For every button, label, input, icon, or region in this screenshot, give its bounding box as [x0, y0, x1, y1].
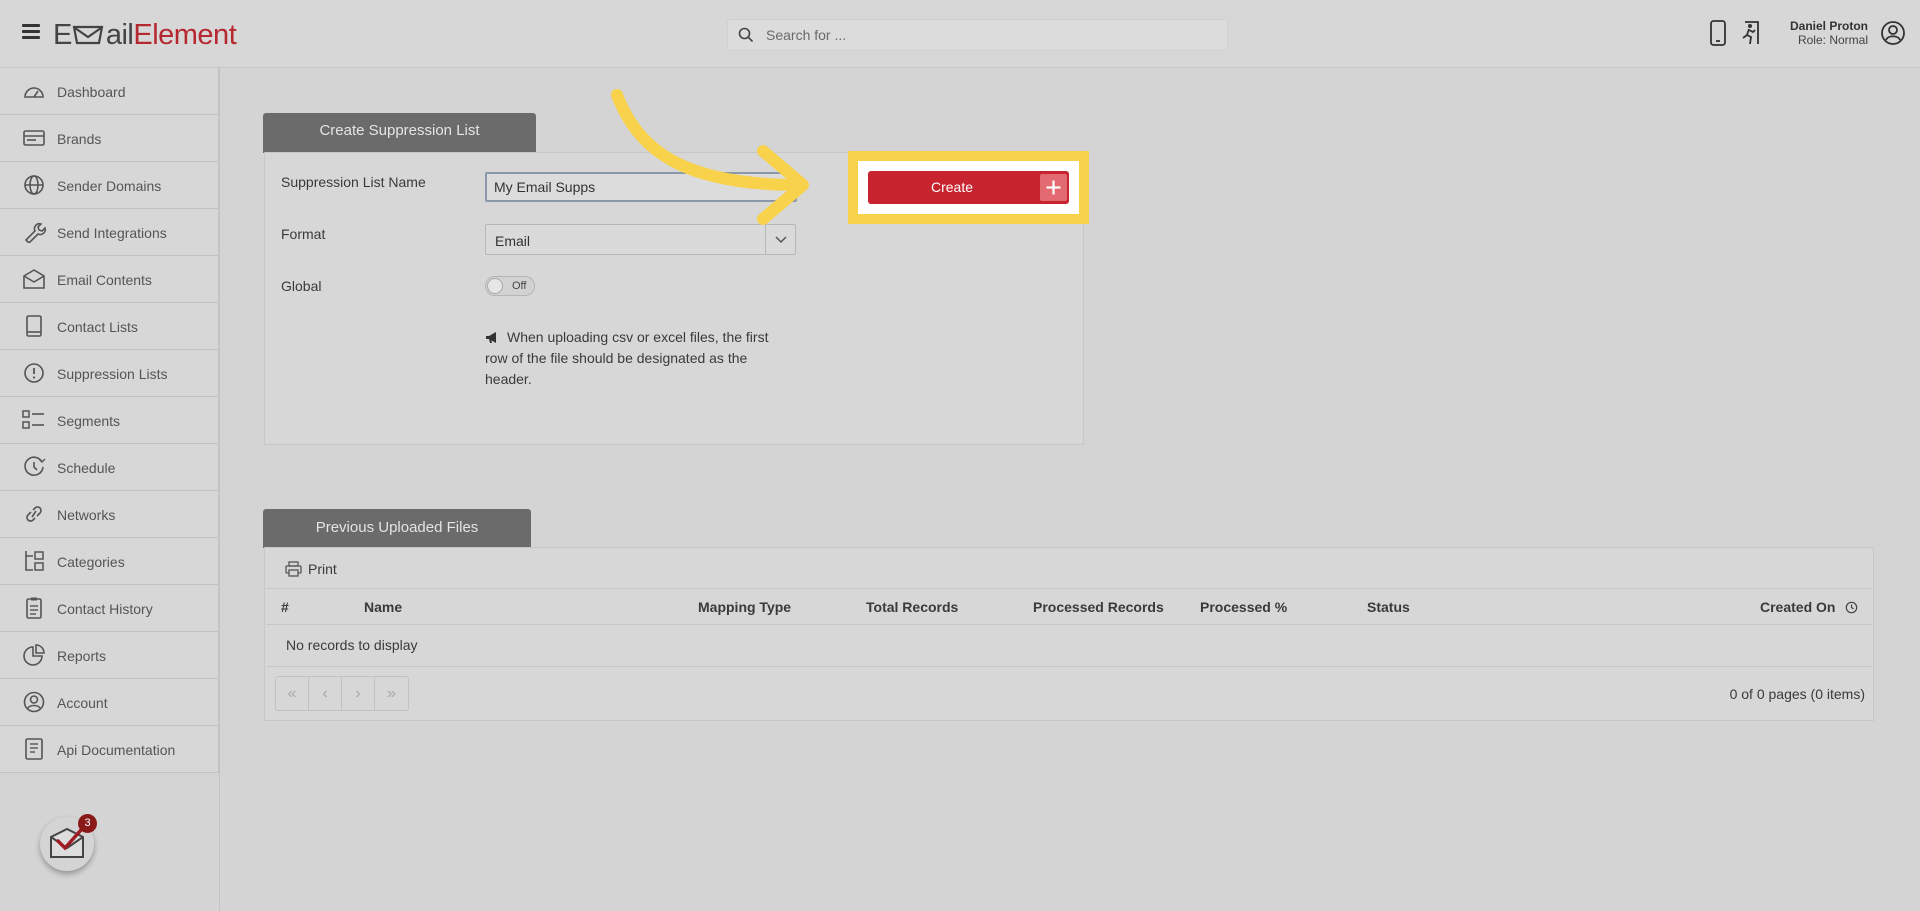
format-select-value: Email	[495, 233, 531, 249]
column-header-name[interactable]: Name	[364, 599, 402, 615]
pager-next-button[interactable]: ›	[342, 677, 375, 710]
book-icon	[26, 315, 42, 337]
notification-badge: 3	[78, 814, 97, 833]
create-button[interactable]: Create	[868, 171, 1069, 204]
sidebar-item-schedule[interactable]: Schedule	[0, 444, 219, 491]
user-name: Daniel Proton	[1789, 19, 1868, 33]
dashboard-icon	[24, 87, 44, 98]
top-bar: EailElement Daniel Proton Role: Normal	[0, 0, 1920, 68]
sidebar-item-dashboard[interactable]: Dashboard	[0, 68, 219, 115]
hamburger-menu-icon[interactable]	[22, 24, 40, 39]
sidebar-item-api-documentation[interactable]: Api Documentation	[0, 726, 219, 773]
global-toggle[interactable]: Off	[485, 276, 535, 296]
search-input[interactable]	[766, 20, 1216, 50]
sidebar: Dashboard Brands Sender Domains Send Int…	[0, 68, 220, 911]
clock-icon	[24, 456, 46, 476]
link-icon	[26, 506, 42, 522]
suppression-list-name-label: Suppression List Name	[281, 174, 426, 190]
pager-prev-button[interactable]: ‹	[309, 677, 342, 710]
plus-icon	[1040, 174, 1067, 201]
user-role: Role: Normal	[1797, 33, 1868, 47]
column-header-mapping-type[interactable]: Mapping Type	[698, 599, 791, 615]
user-info[interactable]: Daniel Proton Role: Normal	[1790, 19, 1868, 47]
clipboard-icon	[26, 597, 42, 619]
envelope-icon	[23, 269, 45, 289]
search-icon	[738, 27, 754, 43]
global-label: Global	[281, 278, 322, 294]
sidebar-item-email-contents[interactable]: Email Contents	[0, 256, 219, 303]
tab-create-suppression-list[interactable]: Create Suppression List	[263, 113, 536, 153]
logo-envelope-icon	[72, 25, 104, 45]
page-info: 0 of 0 pages (0 items)	[1729, 686, 1865, 702]
categories-icon	[25, 551, 44, 571]
brands-icon	[23, 130, 45, 146]
toggle-state-label: Off	[512, 280, 527, 292]
tab-previous-uploaded-files[interactable]: Previous Uploaded Files	[263, 509, 531, 548]
notification-button[interactable]: 3	[40, 814, 97, 871]
column-header-index[interactable]: #	[281, 599, 289, 615]
column-header-created-on[interactable]: Created On	[1760, 599, 1858, 615]
sidebar-item-segments[interactable]: Segments	[0, 397, 219, 444]
create-button-label: Create	[930, 179, 974, 195]
sidebar-item-send-integrations[interactable]: Send Integrations	[0, 209, 219, 256]
print-button[interactable]: Print	[285, 561, 337, 577]
clock-sort-icon	[1846, 601, 1858, 614]
print-label: Print	[308, 561, 337, 577]
exit-logout-icon[interactable]	[1738, 19, 1764, 47]
toggle-knob	[487, 278, 503, 294]
format-label: Format	[281, 226, 326, 242]
megaphone-icon	[486, 332, 496, 343]
sidebar-item-account[interactable]: Account	[0, 679, 219, 726]
mobile-phone-icon[interactable]	[1708, 19, 1728, 47]
upload-note-text: When uploading csv or excel files, the f…	[485, 329, 769, 387]
pie-chart-icon	[23, 644, 45, 666]
sidebar-item-brands[interactable]: Brands	[0, 115, 219, 162]
document-icon	[25, 738, 43, 760]
yellow-arrow-annotation	[611, 89, 809, 225]
sidebar-item-suppression-lists[interactable]: Suppression Lists	[0, 350, 219, 397]
sidebar-item-sender-domains[interactable]: Sender Domains	[0, 162, 219, 209]
pager: « ‹ › »	[275, 676, 409, 711]
table-footer-divider	[266, 666, 1872, 667]
files-table-header: # Name Mapping Type Total Records Proces…	[266, 589, 1872, 625]
files-toolbar: Print	[266, 551, 1872, 589]
globe-icon	[24, 175, 44, 195]
app-logo[interactable]: EailElement	[53, 18, 237, 52]
pager-last-button[interactable]: »	[375, 677, 408, 710]
column-header-status[interactable]: Status	[1367, 599, 1410, 615]
sidebar-item-contact-lists[interactable]: Contact Lists	[0, 303, 219, 350]
no-records-message: No records to display	[286, 637, 418, 653]
pager-first-button[interactable]: «	[276, 677, 309, 710]
column-header-total-records[interactable]: Total Records	[866, 599, 958, 615]
sidebar-item-networks[interactable]: Networks	[0, 491, 219, 538]
exclamation-icon	[24, 363, 44, 383]
search-box[interactable]	[727, 19, 1228, 51]
user-avatar-icon[interactable]	[1880, 20, 1906, 46]
column-header-processed-records[interactable]: Processed Records	[1033, 599, 1164, 615]
list-icon	[22, 410, 44, 429]
wrench-icon	[24, 222, 46, 243]
printer-icon	[285, 561, 302, 577]
sidebar-item-categories[interactable]: Categories	[0, 538, 219, 585]
sidebar-item-contact-history[interactable]: Contact History	[0, 585, 219, 632]
user-circle-icon	[23, 691, 45, 713]
sidebar-item-reports[interactable]: Reports	[0, 632, 219, 679]
column-header-processed-percent[interactable]: Processed %	[1200, 599, 1287, 615]
upload-note: When uploading csv or excel files, the f…	[485, 327, 775, 390]
